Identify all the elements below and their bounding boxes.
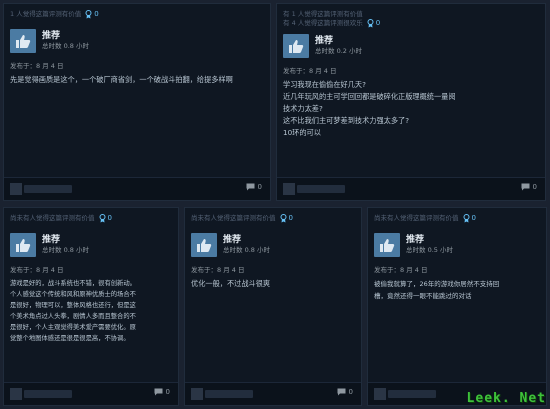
avatar[interactable] [10, 388, 22, 400]
recommendation-block: 推荐 总时数 0.8 小时 [10, 29, 264, 53]
thumbs-up-icon [10, 29, 36, 53]
review-text: 先是觉得画质是这个，一个破厂商省剑，一个破战斗拍翻，给提多样啊 [10, 74, 264, 86]
helpful-count: 尚未有人觉得这篇评测有价值 0 [10, 214, 112, 223]
award-button[interactable]: 0 [367, 19, 380, 28]
review-line: 这不比我们主可梦差到技术力强太多了? [283, 116, 410, 125]
review-card: 尚未有人觉得这篇评测有价值 0 推荐 总时数 0.5 小时 发布于：8 月 4 … [367, 207, 547, 406]
comment-button[interactable]: 0 [154, 388, 170, 396]
author-name[interactable] [24, 185, 72, 193]
thumbs-up-icon [374, 233, 400, 257]
author-name[interactable] [388, 390, 436, 398]
thumbs-up-icon [283, 34, 309, 58]
playtime-hours: 总时数 0.2 小时 [315, 47, 362, 55]
recommendation-block: 推荐 总时数 0.8 小时 [10, 233, 172, 257]
award-icon [85, 10, 92, 19]
review-line: 个美术角点过人头拳，剧情人多而且整合的不 [10, 313, 136, 320]
helpful-count: 尚未有人觉得这篇评测有价值 0 [191, 214, 293, 223]
review-card: 尚未有人觉得这篇评测有价值 0 推荐 总时数 0.8 小时 发布于：8 月 4 … [184, 207, 362, 406]
thumbs-up-icon [10, 233, 36, 257]
award-icon [463, 214, 469, 223]
review-card: 有 1 人觉得这篇评测有价值 有 4 人觉得这篇评测很欢乐 0 推荐 总时数 0… [276, 3, 546, 201]
review-footer: 0 [4, 382, 178, 405]
recommendation-label: 推荐 [42, 235, 61, 245]
review-line: 个人感觉这个传统和风和原神优质士的场合不 [10, 291, 136, 298]
helpful-count: 1 人觉得这篇评测有价值 0 [10, 10, 99, 19]
review-line: 近几年玩风的主可学回回都是破碎化正版理概统一量阅 [283, 92, 456, 101]
review-card: 尚未有人觉得这篇评测有价值 0 推荐 总时数 0.8 小时 发布于：8 月 4 … [3, 207, 179, 406]
review-footer: 0 [185, 382, 361, 405]
review-card: 1 人觉得这篇评测有价值 0 推荐 总时数 0.8 小时 发布于：8 月 4 日… [3, 3, 271, 201]
comment-icon [337, 388, 346, 396]
award-icon [280, 214, 286, 223]
author-name[interactable] [297, 185, 345, 193]
review-line: 优化一般，不过战斗很爽 [191, 279, 271, 288]
posted-date: 发布于：8 月 4 日 [10, 62, 64, 70]
posted-date: 发布于：8 月 4 日 [10, 266, 64, 274]
recommendation-label: 推荐 [42, 31, 61, 41]
author-name[interactable] [24, 390, 72, 398]
recommendation-block: 推荐 总时数 0.2 小时 [283, 34, 539, 58]
award-button[interactable]: 0 [99, 214, 112, 223]
posted-date: 发布于：8 月 4 日 [283, 67, 337, 75]
recommendation-label: 推荐 [223, 235, 242, 245]
comment-button[interactable]: 0 [337, 388, 353, 396]
review-text: 被偷我就算了，26年的游戏你居然不支持回 槽，竟然还得一眼不能跳过的对话 [374, 278, 540, 302]
review-line: 槽，竟然还得一眼不能跳过的对话 [374, 292, 472, 300]
review-line: 先是觉得画质是这个，一个破厂商省剑，一个破战斗拍翻，给提多样啊 [10, 75, 233, 84]
avatar[interactable] [374, 388, 386, 400]
review-line: 是很好，物理可以，整体风格也还行，但是这 [10, 302, 136, 309]
review-line: 学习我现在偷偷在好几天? [283, 80, 366, 89]
review-text: 学习我现在偷偷在好几天? 近几年玩风的主可学回回都是破碎化正版理概统一量阅 技术… [283, 79, 539, 139]
review-text: 游戏是好的，战斗系统也不错，很有创新动。 个人感觉这个传统和风和原神优质士的场合… [10, 278, 172, 344]
review-text: 优化一般，不过战斗很爽 [191, 278, 355, 290]
review-line: 10环的可以 [283, 128, 321, 137]
thumbs-up-icon [191, 233, 217, 257]
recommendation-block: 推荐 总时数 0.5 小时 [374, 233, 540, 257]
recommendation-label: 推荐 [315, 36, 334, 46]
review-footer: 0 [277, 177, 545, 200]
recommendation-block: 推荐 总时数 0.8 小时 [191, 233, 355, 257]
avatar[interactable] [10, 183, 22, 195]
award-button[interactable]: 0 [85, 10, 99, 19]
avatar[interactable] [191, 388, 203, 400]
playtime-hours: 总时数 0.8 小时 [42, 42, 89, 50]
award-button[interactable]: 0 [463, 214, 476, 223]
review-line: 被偷我就算了，26年的游戏你居然不支持回 [374, 280, 500, 288]
avatar[interactable] [283, 183, 295, 195]
watermark-logo: Leek. Net [466, 391, 546, 406]
award-button[interactable]: 0 [280, 214, 293, 223]
review-line: 觉整个地图体感还是很是很是高，不协调。 [10, 335, 130, 342]
review-line: 技术力太差? [283, 104, 323, 113]
posted-date: 发布于：8 月 4 日 [191, 266, 245, 274]
award-icon [367, 19, 374, 28]
comment-button[interactable]: 0 [246, 183, 262, 191]
comment-button[interactable]: 0 [521, 183, 537, 191]
posted-date: 发布于：8 月 4 日 [374, 266, 428, 274]
playtime-hours: 总时数 0.8 小时 [42, 246, 89, 254]
comment-icon [154, 388, 163, 396]
review-line: 是很好，个人主观觉得美术爱产需要优化。原 [10, 324, 136, 331]
author-name[interactable] [205, 390, 253, 398]
playtime-hours: 总时数 0.8 小时 [223, 246, 270, 254]
helpful-count: 有 1 人觉得这篇评测有价值 [283, 10, 363, 18]
recommendation-label: 推荐 [406, 235, 425, 245]
playtime-hours: 总时数 0.5 小时 [406, 246, 453, 254]
funny-count: 有 4 人觉得这篇评测很欢乐 0 [283, 19, 381, 28]
award-icon [99, 214, 105, 223]
comment-icon [521, 183, 530, 191]
comment-icon [246, 183, 255, 191]
review-footer: 0 [4, 177, 270, 200]
review-line: 游戏是好的，战斗系统也不错，很有创新动。 [10, 280, 136, 287]
helpful-count: 尚未有人觉得这篇评测有价值 0 [374, 214, 476, 223]
